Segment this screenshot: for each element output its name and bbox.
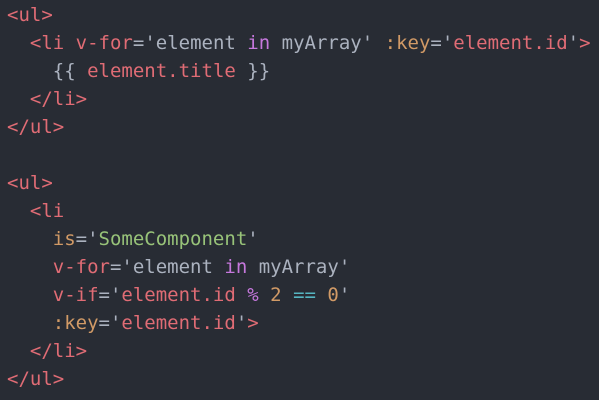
code-token: in	[224, 256, 248, 278]
code-token: '	[338, 284, 351, 306]
code-token: '	[338, 256, 351, 278]
code-line: v-for='element in myArray'	[7, 253, 599, 281]
code-editor[interactable]: <ul> <li v-for='element in myArray' :key…	[0, 0, 599, 400]
code-token: <ul>	[7, 172, 53, 194]
code-token: ='	[132, 32, 156, 54]
code-token: </li>	[29, 88, 88, 110]
code-token: SomeComponent	[98, 228, 248, 250]
code-token: :key	[384, 32, 431, 54]
code-token: ='	[98, 312, 122, 334]
code-token: '	[235, 312, 248, 334]
code-token: :key	[52, 312, 99, 334]
code-token: 0	[327, 284, 339, 306]
code-token: ='	[430, 32, 454, 54]
code-line: <li v-for='element in myArray' :key='ele…	[7, 29, 599, 57]
code-token: '	[567, 32, 580, 54]
code-token: ='	[109, 256, 133, 278]
code-token: ='	[75, 228, 99, 250]
code-token: </li>	[29, 340, 88, 362]
code-token: element	[132, 256, 213, 278]
code-token: element	[155, 32, 236, 54]
code-token: '	[361, 32, 374, 54]
code-token: element.id	[121, 284, 236, 306]
code-token: ==	[293, 284, 316, 306]
code-token: </ul>	[7, 368, 65, 390]
code-token: element.title	[87, 60, 236, 82]
code-token: </ul>	[7, 116, 65, 138]
code-line: <li	[7, 197, 599, 225]
code-line: <ul>	[7, 1, 599, 29]
code-line: </li>	[7, 337, 599, 365]
code-token: element.id	[121, 312, 236, 334]
code-token: {{	[52, 60, 76, 82]
code-token: >	[579, 32, 591, 54]
code-token: myArray	[281, 32, 362, 54]
code-line: :key='element.id'>	[7, 309, 599, 337]
code-token: in	[247, 32, 271, 54]
code-token: >	[247, 312, 259, 334]
code-token: <li	[29, 200, 65, 222]
code-token: %	[247, 284, 259, 306]
code-line: </ul>	[7, 365, 599, 393]
code-line: </ul>	[7, 113, 599, 141]
code-line: <ul>	[7, 169, 599, 197]
code-token: }}	[247, 60, 271, 82]
code-token: element.id	[453, 32, 568, 54]
code-token: '	[247, 228, 259, 250]
code-token: v-for	[52, 256, 110, 278]
code-line: </li>	[7, 85, 599, 113]
code-token: v-if	[52, 284, 99, 306]
code-line: {{ element.title }}	[7, 57, 599, 85]
code-token: myArray	[258, 256, 339, 278]
code-token: <li	[29, 32, 65, 54]
code-token: <ul>	[7, 4, 53, 26]
code-line: is='SomeComponent'	[7, 225, 599, 253]
code-token: 2	[270, 284, 282, 306]
code-token: is	[52, 228, 76, 250]
code-line: v-if='element.id % 2 == 0'	[7, 281, 599, 309]
code-token: ='	[98, 284, 122, 306]
code-token: v-for	[75, 32, 133, 54]
